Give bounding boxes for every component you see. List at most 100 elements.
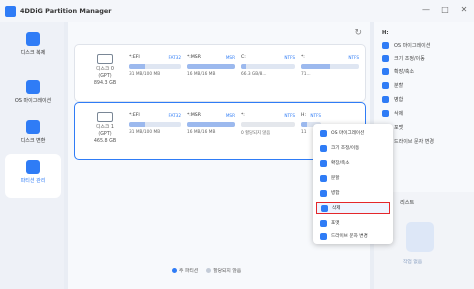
partition-name: *:EFI xyxy=(129,55,140,60)
usage-fill xyxy=(301,122,307,127)
extend-icon xyxy=(382,68,389,75)
context-menu: OS 마이그레이션 크기 조정/이동 확장/축소 분할 병합 삭제 포맷 드라이… xyxy=(313,124,393,244)
menu-label: 포맷 xyxy=(331,221,340,226)
partition-block[interactable]: *:MSR MSR 16 MB/16 MB xyxy=(187,113,235,135)
disk-size: 465.8 GB xyxy=(93,139,117,144)
partition-name: *: xyxy=(241,113,245,118)
legend-dot-icon xyxy=(206,268,212,273)
nav-partition-management[interactable]: 파티션 관리 xyxy=(5,154,61,198)
partition-block[interactable]: *:EFI FAT32 31 MB/100 MB xyxy=(129,55,181,77)
nav-disk-convert[interactable]: 디스크 변환 xyxy=(5,114,61,158)
action-os-migration[interactable]: OS 마이그레이션 xyxy=(382,42,430,49)
maximize-button[interactable]: □ xyxy=(439,4,451,16)
nav-disk-clone[interactable]: 디스크 복제 xyxy=(5,26,61,70)
legend-dot-icon xyxy=(172,268,177,273)
partition-block[interactable]: *: NTFS 0 할당되지 않음 xyxy=(241,113,295,136)
action-label: 병합 xyxy=(394,97,404,103)
disk-clone-icon xyxy=(26,32,40,46)
partition-name: *:EFI xyxy=(129,113,140,118)
menu-label: 크기 조정/이동 xyxy=(331,146,360,151)
nav-os-migration[interactable]: OS 마이그레이션 xyxy=(5,74,61,118)
partition-size: 31 MB/100 MB xyxy=(129,72,161,77)
legend-label: 할당되지 않음 xyxy=(213,269,242,274)
partition-size: 66.3 GB/8... xyxy=(241,72,267,77)
resize-icon xyxy=(382,55,389,62)
menu-label: 분할 xyxy=(331,176,340,181)
nav-label: 파티션 관리 xyxy=(20,178,46,184)
partition-size: 71... xyxy=(301,72,311,77)
app-title: 4DDiG Partition Manager xyxy=(20,7,112,15)
menu-item-split[interactable]: 분할 xyxy=(316,172,390,184)
os-migration-icon xyxy=(26,80,40,94)
partition-name: H: xyxy=(301,113,307,118)
action-delete[interactable]: 삭제 xyxy=(382,110,403,117)
menu-item-delete[interactable]: 삭제 xyxy=(316,202,390,214)
disk-card[interactable]: 디스크 0 (GPT) 894.3 GB *:EFI FAT32 31 MB/10… xyxy=(74,44,366,102)
extend-icon xyxy=(320,159,327,167)
minimize-button[interactable]: — xyxy=(420,4,432,16)
partition-fs: NTFS xyxy=(284,55,295,60)
action-extend-shrink[interactable]: 확장/축소 xyxy=(382,68,414,75)
trash-icon xyxy=(382,110,389,117)
partition-block[interactable]: C: NTFS 66.3 GB/8... xyxy=(241,55,295,77)
os-migration-icon xyxy=(382,42,389,49)
menu-item-extend-shrink[interactable]: 확장/축소 xyxy=(316,157,390,169)
merge-icon xyxy=(320,189,327,197)
usage-bar xyxy=(241,122,295,127)
usage-bar xyxy=(301,64,359,69)
window-controls: — □ ✕ xyxy=(420,4,470,16)
partition-block[interactable]: *:MSR MSR 16 MB/16 MB xyxy=(187,55,235,77)
resize-icon xyxy=(320,144,327,152)
disk-name: 디스크 0 xyxy=(96,67,114,72)
menu-item-merge[interactable]: 병합 xyxy=(316,187,390,199)
partition-size: 0 할당되지 않음 xyxy=(241,131,271,136)
action-merge[interactable]: 병합 xyxy=(382,96,403,103)
menu-label: 병합 xyxy=(331,191,340,196)
menu-label: 드라이브 문자 변경 xyxy=(331,234,368,239)
action-resize-move[interactable]: 크기 조정/이동 xyxy=(382,55,425,62)
menu-item-resize-move[interactable]: 크기 조정/이동 xyxy=(316,142,390,154)
format-icon xyxy=(320,219,327,227)
pending-empty-text: 작업 없음 xyxy=(403,260,423,265)
legend-item: 할당되지 않음 xyxy=(206,267,241,274)
disk-info: 디스크 1 (GPT) 465.8 GB xyxy=(83,109,127,145)
partition-size: 16 MB/16 MB xyxy=(187,130,216,135)
title-bar: 4DDiG Partition Manager — □ ✕ xyxy=(0,0,474,22)
partition-fs: NTFS xyxy=(284,113,295,118)
partition-fs: FAT32 xyxy=(168,113,181,118)
partition-icon xyxy=(26,160,40,174)
partition-block[interactable]: *:EFI FAT32 31 MB/100 MB xyxy=(129,113,181,135)
action-split[interactable]: 분할 xyxy=(382,82,403,89)
partition-fs: NTFS xyxy=(310,113,321,118)
refresh-icon[interactable]: ↻ xyxy=(354,28,362,38)
nav-label: 디스크 복제 xyxy=(20,50,46,56)
action-label: OS 마이그레이션 xyxy=(394,43,431,49)
trash-icon xyxy=(321,204,328,212)
usage-bar xyxy=(241,64,295,69)
partition-size: 16 MB/16 MB xyxy=(187,72,216,77)
partition-block[interactable]: *: NTFS 71... xyxy=(301,55,359,77)
menu-item-change-drive-letter[interactable]: 드라이브 문자 변경 xyxy=(316,230,390,242)
nav-label: OS 마이그레이션 xyxy=(14,98,52,104)
usage-bar xyxy=(187,122,235,127)
merge-icon xyxy=(382,96,389,103)
disk-name: 디스크 1 xyxy=(96,125,114,130)
partition-fs: NTFS xyxy=(348,55,359,60)
menu-label: 확장/축소 xyxy=(331,161,350,166)
action-label: 크기 조정/이동 xyxy=(394,56,425,62)
partition-name: *:MSR xyxy=(187,113,201,118)
split-icon xyxy=(320,174,327,182)
partition-size: 31 MB/100 MB xyxy=(129,130,161,135)
sidebar: 디스크 복제 OS 마이그레이션 디스크 변환 파티션 관리 xyxy=(0,22,64,289)
menu-item-format[interactable]: 포맷 xyxy=(316,217,390,229)
menu-item-os-migration[interactable]: OS 마이그레이션 xyxy=(316,127,390,139)
disk-convert-icon xyxy=(26,120,40,134)
disk-size: 894.3 GB xyxy=(93,81,117,86)
partition-fs: MSR xyxy=(225,113,235,118)
usage-fill xyxy=(129,122,145,127)
partition-name: C: xyxy=(241,55,246,60)
usage-bar xyxy=(129,122,181,127)
close-button[interactable]: ✕ xyxy=(458,4,470,16)
pending-title: 리스트 xyxy=(400,200,415,206)
action-label: 포맷 xyxy=(394,125,404,131)
